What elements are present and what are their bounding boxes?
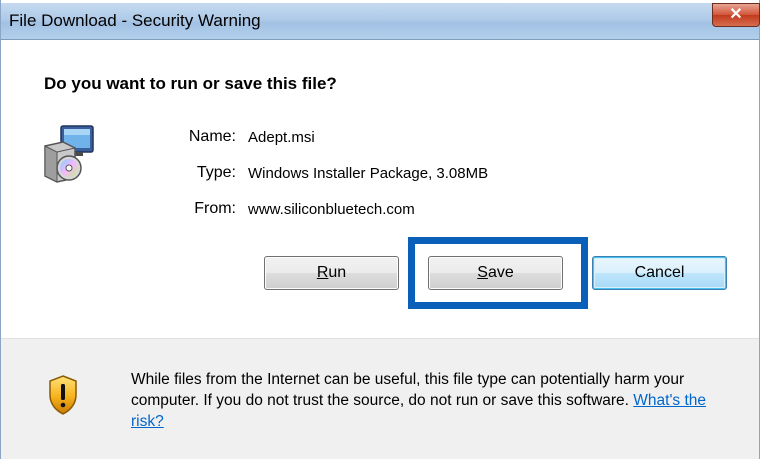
close-button[interactable]: ✕: [712, 3, 760, 27]
type-label: Type:: [196, 164, 236, 181]
warning-message: While files from the Internet can be use…: [131, 369, 741, 432]
warning-text: While files from the Internet can be use…: [131, 371, 685, 409]
name-value: Adept.msi: [248, 129, 315, 146]
dialog-content: Do you want to run or save this file? Na…: [1, 41, 759, 337]
security-shield-icon: [49, 375, 77, 415]
from-value: www.siliconbluetech.com: [248, 201, 415, 218]
from-label: From:: [194, 200, 236, 217]
type-value: Windows Installer Package, 3.08MB: [248, 165, 489, 182]
run-label: un: [328, 264, 347, 281]
dialog-question: Do you want to run or save this file?: [44, 74, 337, 93]
save-highlight-box: [408, 237, 588, 309]
run-accelerator: R: [316, 264, 329, 281]
security-warning-dialog: File Download - Security Warning ✕ Do yo…: [0, 0, 760, 459]
close-icon: ✕: [729, 6, 743, 23]
window-title: File Download - Security Warning: [9, 11, 261, 30]
cancel-label: Cancel: [634, 264, 685, 281]
run-button[interactable]: Run: [264, 256, 399, 290]
title-bar: File Download - Security Warning ✕: [1, 3, 760, 40]
name-label: Name:: [188, 128, 236, 145]
cancel-button[interactable]: Cancel: [592, 256, 727, 290]
warning-panel: While files from the Internet can be use…: [1, 338, 759, 459]
installer-package-icon: [44, 125, 94, 183]
